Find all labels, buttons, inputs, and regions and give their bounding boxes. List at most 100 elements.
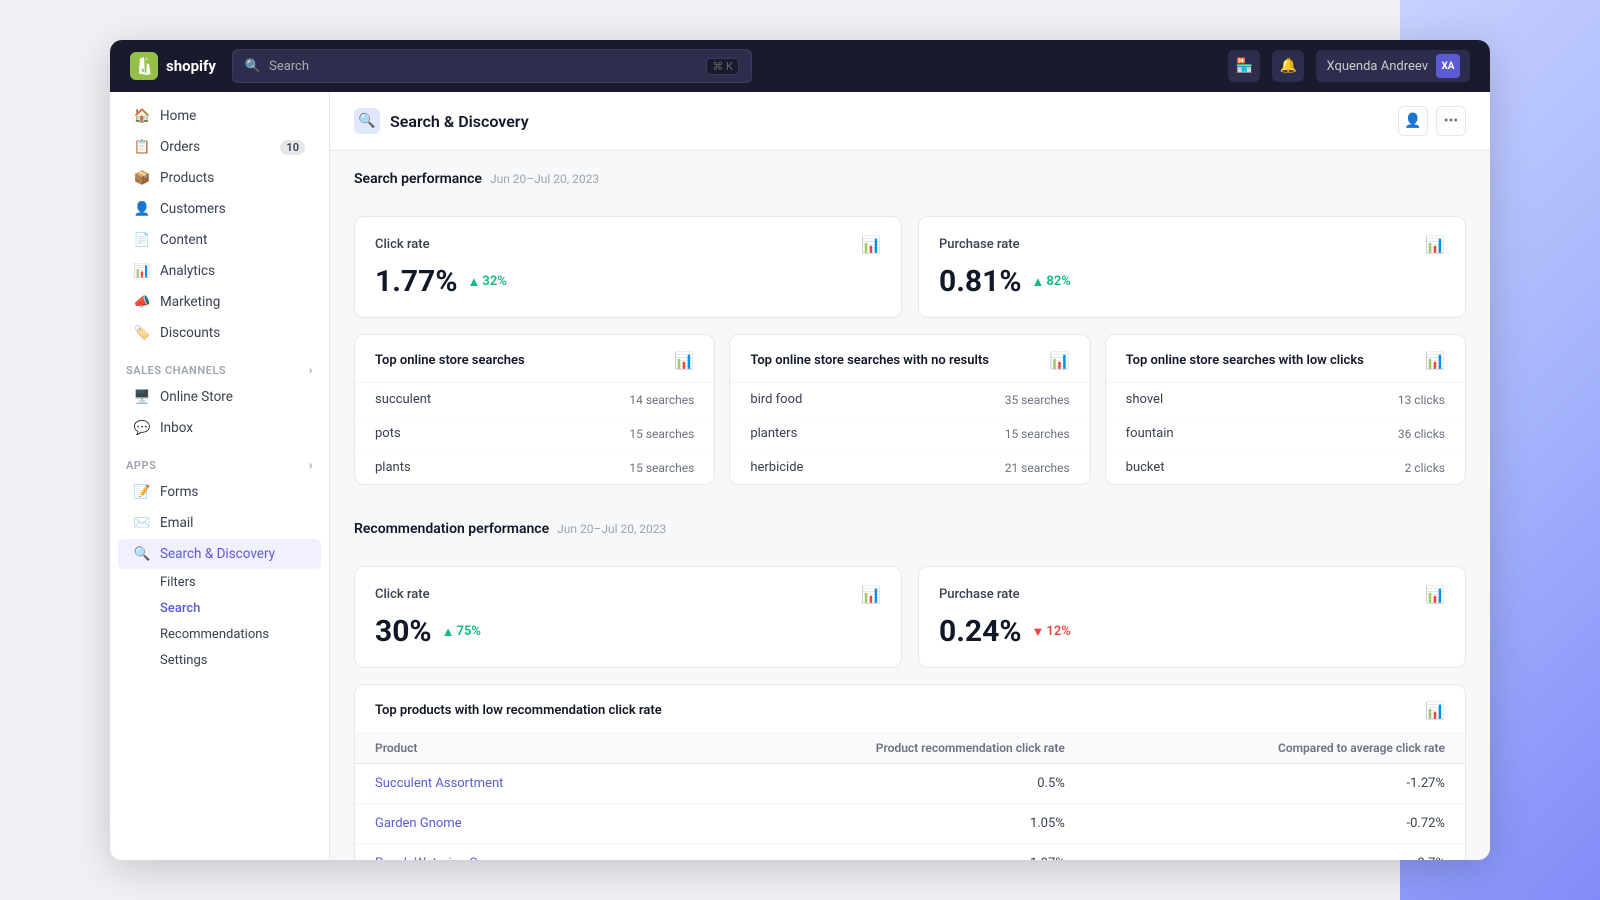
sidebar-item-products[interactable]: 📦 Products — [118, 163, 321, 193]
recommendation-performance-title: Recommendation performance — [354, 521, 549, 537]
shopify-logo-icon — [130, 52, 158, 80]
sales-channels-section: Sales channels › — [110, 349, 329, 381]
table-row: plants 15 searches — [355, 450, 714, 484]
sidebar-item-content[interactable]: 📄 Content — [118, 225, 321, 255]
search-purchase-rate-label: Purchase rate — [939, 237, 1020, 252]
col-avg: Compared to average click rate — [1085, 733, 1465, 764]
low-clicks-header: Top online store searches with low click… — [1106, 335, 1465, 383]
low-click-rate-table-title: Top products with low recommendation cli… — [375, 703, 662, 718]
table-row: bird food 35 searches — [730, 383, 1089, 416]
search-icon: 🔍 — [245, 59, 261, 74]
low-click-rate-chart-icon[interactable]: 📊 — [1425, 701, 1445, 720]
inbox-icon: 💬 — [134, 420, 150, 436]
product-link-2[interactable]: Garden Gnome — [355, 804, 664, 844]
sidebar-sub-search[interactable]: Search — [118, 596, 321, 621]
search-performance-date: Jun 20–Jul 20, 2023 — [490, 172, 599, 186]
rec-click-rate-header: Click rate 📊 — [375, 585, 881, 604]
chevron-right-icon: › — [309, 363, 313, 377]
user-page-btn[interactable]: 👤 — [1398, 106, 1428, 136]
no-results-chart-icon[interactable]: 📊 — [1050, 351, 1070, 370]
global-search-bar[interactable]: 🔍 Search ⌘ K — [232, 49, 752, 83]
table-row: bucket 2 clicks — [1106, 450, 1465, 484]
sidebar-item-analytics[interactable]: 📊 Analytics — [118, 256, 321, 286]
sidebar-item-orders[interactable]: 📋 Orders 10 — [118, 132, 321, 162]
search-purchase-rate-value: 0.81% ▲ 82% — [939, 264, 1445, 299]
sidebar-item-inbox[interactable]: 💬 Inbox — [118, 413, 321, 443]
sidebar-item-search-discovery[interactable]: 🔍 Search & Discovery — [118, 539, 321, 569]
search-click-rate-trend: ▲ 32% — [468, 274, 507, 290]
sidebar-item-forms[interactable]: 📝 Forms — [118, 477, 321, 507]
sidebar-sub-recommendations[interactable]: Recommendations — [118, 622, 321, 647]
search-shortcut: ⌘ K — [706, 58, 739, 75]
bell-icon-btn[interactable]: 🔔 — [1272, 50, 1304, 82]
col-rec-rate: Product recommendation click rate — [664, 733, 1085, 764]
recommendation-performance-date: Jun 20–Jul 20, 2023 — [557, 522, 666, 536]
user-name: Xquenda Andreev — [1326, 59, 1428, 74]
discounts-icon: 🏷️ — [134, 325, 150, 341]
top-searches-card: Top online store searches 📊 succulent 14… — [354, 334, 715, 485]
sidebar-item-discounts[interactable]: 🏷️ Discounts — [118, 318, 321, 348]
content-icon: 📄 — [134, 232, 150, 248]
sidebar-sub-filters[interactable]: Filters — [118, 570, 321, 595]
page-header: 🔍 Search & Discovery 👤 ••• — [330, 92, 1490, 151]
low-click-rate-table: Product Product recommendation click rat… — [355, 733, 1465, 860]
sidebar-item-customers[interactable]: 👤 Customers — [118, 194, 321, 224]
rec-click-rate-card: Click rate 📊 30% ▲ 75% — [354, 566, 902, 668]
rec-rate-cards: Click rate 📊 30% ▲ 75% Purchase rate — [354, 566, 1466, 668]
low-clicks-chart-icon[interactable]: 📊 — [1425, 351, 1445, 370]
search-performance-title: Search performance — [354, 171, 482, 187]
logo-text: shopify — [166, 57, 216, 75]
main-layout: 🏠 Home 📋 Orders 10 📦 Products 👤 Customer… — [110, 92, 1490, 860]
search-click-rate-header: Click rate 📊 — [375, 235, 881, 254]
search-performance-header: Search performance Jun 20–Jul 20, 2023 — [354, 171, 1466, 202]
avg-2: -0.72% — [1085, 804, 1465, 844]
search-click-rate-label: Click rate — [375, 237, 430, 252]
table-row: fountain 36 clicks — [1106, 416, 1465, 450]
page-icon: 🔍 — [354, 108, 380, 134]
chevron-right-icon-2: › — [309, 458, 313, 472]
orders-badge: 10 — [280, 140, 305, 155]
rec-purchase-rate-trend: ▼ 12% — [1032, 624, 1071, 640]
search-click-chart-icon[interactable]: 📊 — [861, 235, 881, 254]
search-rate-cards: Click rate 📊 1.77% ▲ 32% Purchase rat — [354, 216, 1466, 318]
product-link-1[interactable]: Succulent Assortment — [355, 764, 664, 804]
user-chip[interactable]: Xquenda Andreev XA — [1316, 50, 1470, 82]
product-link-3[interactable]: Peach Watering Can — [355, 844, 664, 861]
low-click-rate-table-card: Top products with low recommendation cli… — [354, 684, 1466, 860]
rec-click-chart-icon[interactable]: 📊 — [861, 585, 881, 604]
home-icon: 🏠 — [134, 108, 150, 124]
sidebar-item-email[interactable]: ✉️ Email — [118, 508, 321, 538]
search-discovery-icon: 🔍 — [134, 546, 150, 562]
discovery-icon: 🔍 — [358, 113, 375, 129]
table-row: Succulent Assortment 0.5% -1.27% — [355, 764, 1465, 804]
recommendation-performance-header: Recommendation performance Jun 20–Jul 20… — [354, 521, 1466, 552]
avatar: XA — [1436, 54, 1460, 78]
search-purchase-rate-header: Purchase rate 📊 — [939, 235, 1445, 254]
rec-click-rate-label: Click rate — [375, 587, 430, 602]
rec-click-rate-value: 30% ▲ 75% — [375, 614, 881, 649]
email-icon: ✉️ — [134, 515, 150, 531]
rec-purchase-chart-icon[interactable]: 📊 — [1425, 585, 1445, 604]
store-icon-btn[interactable]: 🏪 — [1228, 50, 1260, 82]
recommendation-performance-section: Recommendation performance Jun 20–Jul 20… — [330, 521, 1490, 860]
customers-icon: 👤 — [134, 201, 150, 217]
sidebar-sub-settings[interactable]: Settings — [118, 648, 321, 673]
sidebar-item-marketing[interactable]: 📣 Marketing — [118, 287, 321, 317]
table-row: Garden Gnome 1.05% -0.72% — [355, 804, 1465, 844]
more-options-btn[interactable]: ••• — [1436, 106, 1466, 136]
rec-purchase-rate-value: 0.24% ▼ 12% — [939, 614, 1445, 649]
forms-icon: 📝 — [134, 484, 150, 500]
search-purchase-chart-icon[interactable]: 📊 — [1425, 235, 1445, 254]
low-clicks-card: Top online store searches with low click… — [1105, 334, 1466, 485]
no-results-card: Top online store searches with no result… — [729, 334, 1090, 485]
apps-section: Apps › — [110, 444, 329, 476]
rec-purchase-rate-card: Purchase rate 📊 0.24% ▼ 12% — [918, 566, 1466, 668]
sidebar-item-online-store[interactable]: 🖥️ Online Store — [118, 382, 321, 412]
rec-click-rate-trend: ▲ 75% — [442, 624, 481, 640]
table-row: shovel 13 clicks — [1106, 383, 1465, 416]
sidebar-item-home[interactable]: 🏠 Home — [118, 101, 321, 131]
top-searches-chart-icon[interactable]: 📊 — [674, 351, 694, 370]
rec-purchase-rate-label: Purchase rate — [939, 587, 1020, 602]
orders-icon: 📋 — [134, 139, 150, 155]
no-results-title: Top online store searches with no result… — [750, 353, 989, 368]
